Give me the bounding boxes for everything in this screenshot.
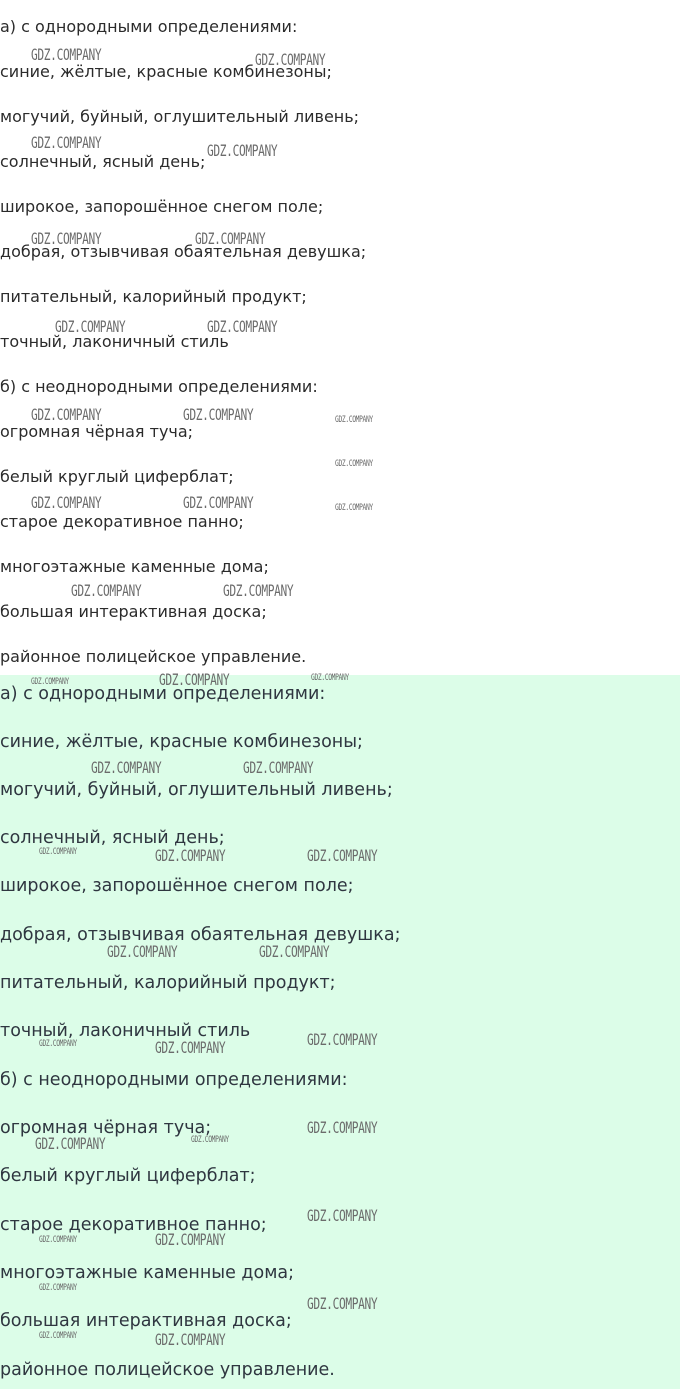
text-line: старое декоративное панно;: [0, 512, 244, 531]
text-line: синие, жёлтые, красные комбинезоны;: [0, 62, 332, 81]
text-line: питательный, калорийный продукт;: [0, 287, 307, 306]
watermark: GDZ.COMPANY: [183, 405, 254, 424]
text-line: белый круглый циферблат;: [0, 467, 234, 486]
text-line: добрая, отзывчивая обаятельная девушка;: [0, 242, 367, 261]
watermark: GDZ.COMPANY: [335, 503, 373, 513]
text-line: огромная чёрная туча;: [0, 1118, 212, 1138]
original-text-section: а) с однородными определениями: синие, ж…: [0, 0, 680, 675]
watermark: GDZ.COMPANY: [335, 415, 373, 425]
watermark: GDZ.COMPANY: [91, 758, 162, 777]
watermark: GDZ.COMPANY: [307, 1030, 378, 1049]
watermark: GDZ.COMPANY: [311, 673, 349, 683]
watermark: GDZ.COMPANY: [155, 1330, 226, 1349]
answer-text-section: а) с однородными определениями: синие, ж…: [0, 671, 680, 1389]
watermark: GDZ.COMPANY: [39, 1235, 77, 1245]
watermark: GDZ.COMPANY: [31, 133, 102, 152]
text-line: многоэтажные каменные дома;: [0, 557, 269, 576]
text-line: белый круглый циферблат;: [0, 1166, 256, 1186]
watermark: GDZ.COMPANY: [39, 1283, 77, 1293]
text-line: точный, лаконичный стиль: [0, 332, 229, 351]
text-line: широкое, запорошённое снегом поле;: [0, 197, 324, 216]
text-line: районное полицейское управление.: [0, 647, 307, 666]
watermark: GDZ.COMPANY: [39, 1331, 77, 1341]
text-line: огромная чёрная туча;: [0, 422, 194, 441]
text-line: синие, жёлтые, красные комбинезоны;: [0, 732, 363, 752]
watermark: GDZ.COMPANY: [207, 141, 278, 160]
text-line: добрая, отзывчивая обаятельная девушка;: [0, 925, 401, 945]
watermark: GDZ.COMPANY: [183, 493, 254, 512]
text-line: солнечный, ясный день;: [0, 828, 225, 848]
watermark: GDZ.COMPANY: [71, 581, 142, 600]
text-line: большая интерактивная доска;: [0, 602, 267, 621]
text-line: широкое, запорошённое снегом поле;: [0, 876, 354, 896]
watermark: GDZ.COMPANY: [31, 493, 102, 512]
watermark: GDZ.COMPANY: [155, 846, 226, 865]
watermark: GDZ.COMPANY: [223, 581, 294, 600]
text-line: большая интерактивная доска;: [0, 1311, 292, 1331]
text-line: солнечный, ясный день;: [0, 152, 206, 171]
watermark: GDZ.COMPANY: [243, 758, 314, 777]
heading-heterogeneous: б) с неоднородными определениями:: [0, 377, 318, 396]
watermark: GDZ.COMPANY: [307, 1118, 378, 1137]
watermark: GDZ.COMPANY: [335, 459, 373, 469]
watermark: GDZ.COMPANY: [307, 846, 378, 865]
watermark: GDZ.COMPANY: [307, 1206, 378, 1225]
text-line: могучий, буйный, оглушительный ливень;: [0, 780, 393, 800]
text-line: старое декоративное панно;: [0, 1215, 267, 1235]
heading-heterogeneous: б) с неоднородными определениями:: [0, 1070, 348, 1090]
text-line: районное полицейское управление.: [0, 1360, 335, 1380]
watermark: GDZ.COMPANY: [307, 1294, 378, 1313]
text-line: питательный, калорийный продукт;: [0, 973, 336, 993]
text-line: точный, лаконичный стиль: [0, 1021, 251, 1041]
text-line: многоэтажные каменные дома;: [0, 1263, 295, 1283]
heading-homogeneous: а) с однородными определениями:: [0, 684, 326, 704]
heading-homogeneous: а) с однородными определениями:: [0, 17, 298, 36]
text-line: могучий, буйный, оглушительный ливень;: [0, 107, 360, 126]
